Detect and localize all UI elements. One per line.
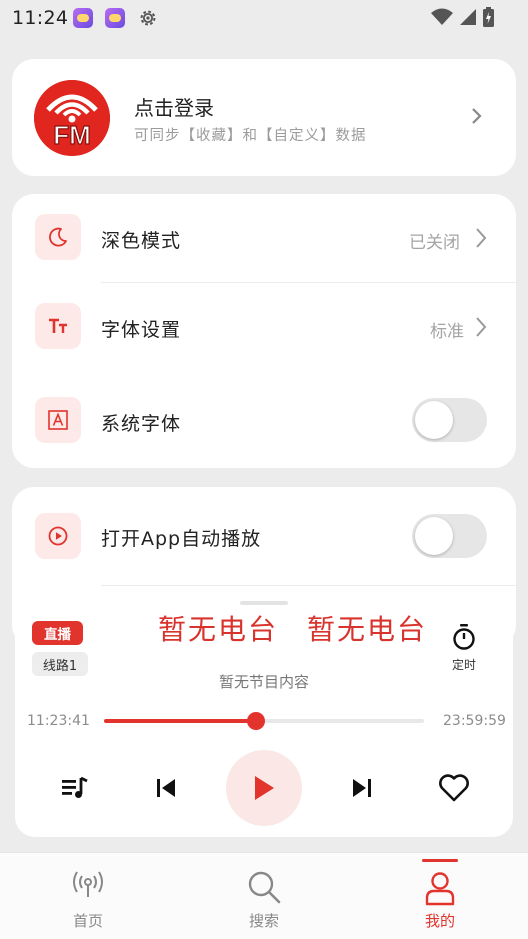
wifi-icon — [431, 8, 453, 25]
login-subtitle: 可同步【收藏】和【自定义】数据 — [134, 128, 367, 144]
fm-logo-avatar: FM — [34, 80, 110, 156]
gear-icon — [140, 10, 156, 26]
live-badge: 直播 — [32, 621, 83, 645]
tab-home[interactable]: 首页 — [28, 853, 148, 939]
search-icon — [248, 871, 281, 904]
autoplay-label: 打开App自动播放 — [101, 528, 262, 550]
next-button[interactable] — [346, 774, 378, 802]
time-end: 23:59:59 — [443, 713, 506, 729]
system-font-toggle[interactable] — [412, 398, 487, 442]
signal-icon — [460, 9, 476, 25]
play-button[interactable] — [226, 750, 302, 826]
system-font-label: 系统字体 — [101, 413, 182, 435]
tab-search-label: 搜索 — [248, 912, 279, 930]
heart-icon — [439, 774, 469, 802]
broadcast-logo-icon: FM — [34, 80, 110, 156]
font-settings-label: 字体设置 — [101, 319, 182, 341]
moon-icon — [35, 214, 81, 260]
toggle-knob — [415, 517, 453, 555]
divider — [101, 585, 516, 586]
drag-handle[interactable] — [240, 601, 288, 605]
bottom-tab-bar: 首页 搜索 我的 — [0, 852, 528, 939]
radio-signal-icon — [73, 871, 103, 897]
chevron-right-icon[interactable] — [474, 315, 488, 339]
timer-icon[interactable] — [451, 623, 477, 651]
login-title: 点击登录 — [134, 96, 214, 120]
tab-mine[interactable]: 我的 — [380, 853, 500, 939]
weather-app-icon — [105, 8, 125, 28]
progress-fill — [104, 719, 256, 723]
status-bar: 11:24 — [0, 0, 528, 36]
divider — [101, 282, 516, 283]
skip-previous-icon — [157, 779, 175, 797]
battery-charging-icon — [483, 7, 494, 27]
dark-mode-label: 深色模式 — [101, 230, 182, 252]
playlist-button[interactable] — [58, 773, 92, 803]
station-name-marquee: 暂无电台 — [307, 613, 428, 646]
tab-search[interactable]: 搜索 — [204, 853, 324, 939]
tab-home-label: 首页 — [72, 912, 103, 930]
dark-mode-value: 已关闭 — [409, 233, 460, 253]
chevron-right-icon[interactable] — [474, 226, 488, 250]
weather-app-icon — [73, 8, 93, 28]
play-icon — [255, 776, 274, 800]
font-settings-value: 标准 — [430, 322, 464, 342]
tab-mine-label: 我的 — [424, 912, 455, 930]
font-letter-icon — [35, 397, 81, 443]
program-info: 暂无节目内容 — [218, 673, 309, 691]
logo-text: FM — [53, 120, 91, 150]
autoplay-toggle[interactable] — [412, 514, 487, 558]
chevron-right-icon[interactable] — [470, 105, 484, 127]
active-tab-indicator — [422, 859, 458, 862]
status-time: 11:24 — [12, 7, 69, 29]
user-icon — [425, 872, 455, 906]
previous-button[interactable] — [150, 774, 182, 802]
time-current: 11:23:41 — [27, 713, 90, 729]
favorite-button[interactable] — [436, 772, 472, 804]
skip-next-icon — [353, 779, 371, 797]
play-circle-icon — [35, 513, 81, 559]
playlist-icon — [62, 776, 88, 798]
progress-thumb[interactable] — [247, 712, 265, 730]
toggle-knob — [415, 401, 453, 439]
text-size-icon — [35, 303, 81, 349]
station-name: 暂无电台 — [158, 613, 279, 646]
login-card[interactable]: FM — [12, 59, 516, 176]
